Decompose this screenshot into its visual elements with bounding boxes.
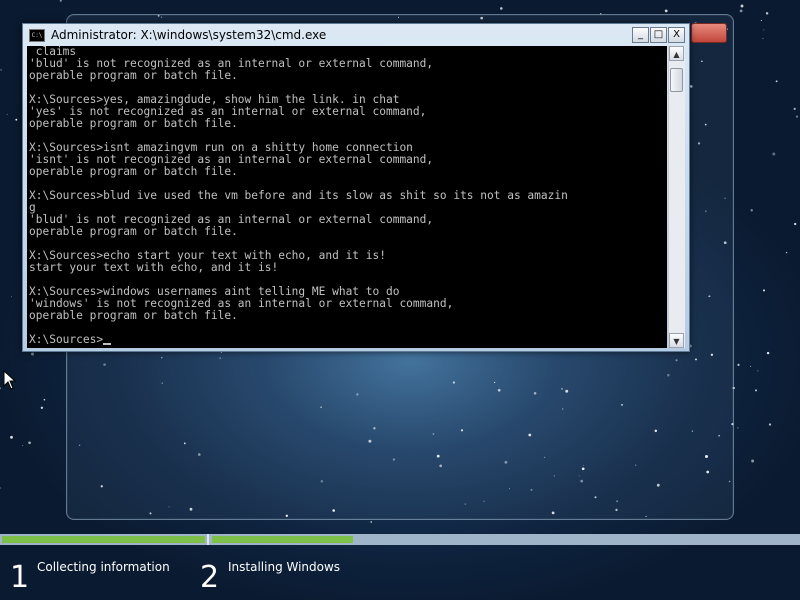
setup-close-button[interactable] xyxy=(691,23,727,43)
close-button[interactable]: X xyxy=(668,27,685,43)
cmd-icon: C:\ xyxy=(29,28,45,42)
mouse-pointer-icon xyxy=(3,370,17,390)
step-number: 1 xyxy=(10,560,30,595)
scroll-thumb[interactable] xyxy=(670,68,683,92)
progress-step2-fill xyxy=(212,536,353,543)
step-label: Installing Windows xyxy=(228,560,341,574)
setup-progress-bar xyxy=(0,534,800,545)
scroll-down-arrow-icon[interactable]: ▼ xyxy=(669,333,684,348)
step-label: Collecting information xyxy=(37,560,170,574)
progress-divider xyxy=(207,534,209,545)
step-number: 2 xyxy=(200,560,220,595)
console-output[interactable]: claims 'blud' is not recognized as an in… xyxy=(27,46,667,348)
maximize-button[interactable]: □ xyxy=(650,27,667,43)
text-cursor xyxy=(103,343,112,345)
command-prompt-window[interactable]: C:\ Administrator: X:\windows\system32\c… xyxy=(22,23,690,352)
window-title: Administrator: X:\windows\system32\cmd.e… xyxy=(51,28,327,42)
scroll-up-arrow-icon[interactable]: ▲ xyxy=(669,46,684,61)
console-text: claims 'blud' is not recognized as an in… xyxy=(29,46,568,346)
progress-step1-fill xyxy=(2,536,205,543)
title-bar[interactable]: C:\ Administrator: X:\windows\system32\c… xyxy=(23,24,689,46)
minimize-button[interactable]: _ xyxy=(632,27,649,43)
vertical-scrollbar[interactable]: ▲ ▼ xyxy=(668,46,685,348)
